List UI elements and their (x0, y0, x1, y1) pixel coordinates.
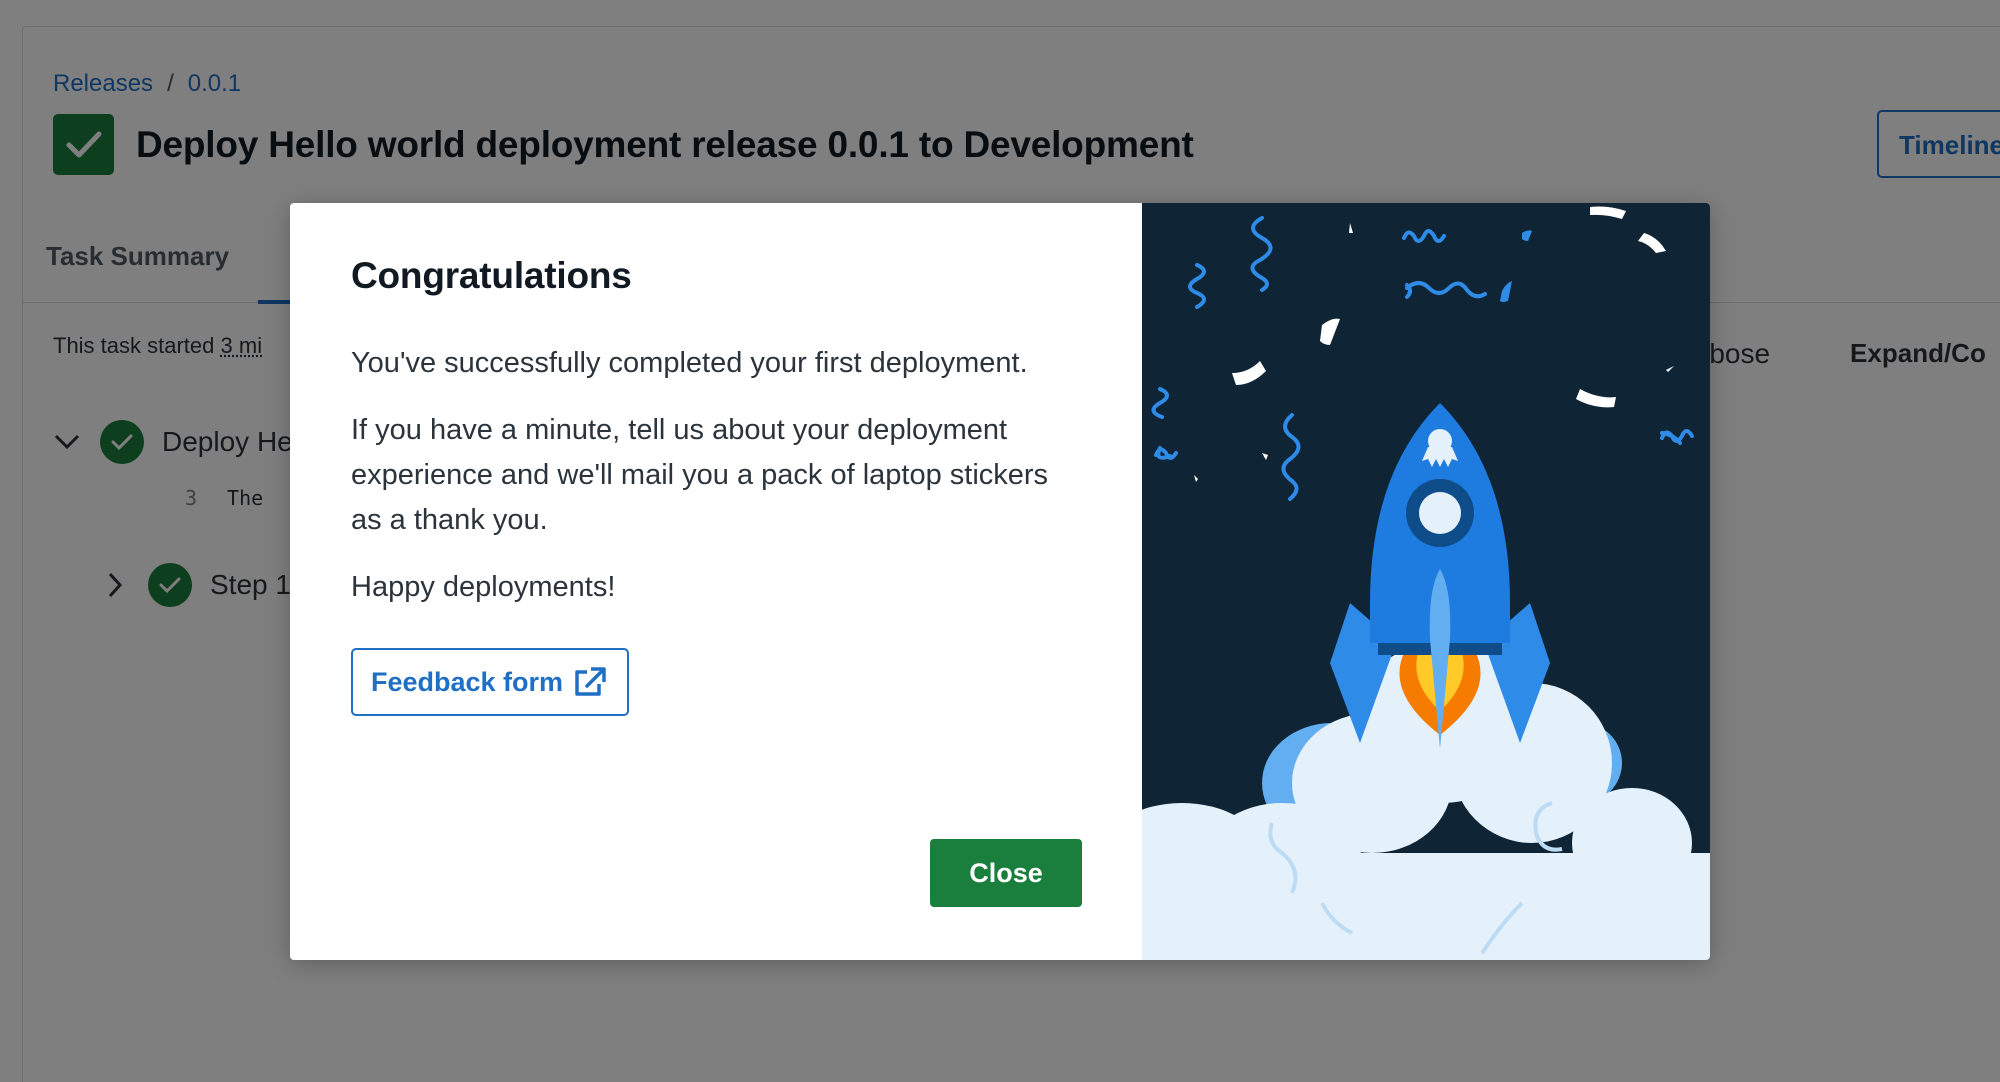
feedback-form-button[interactable]: Feedback form (351, 648, 630, 716)
dialog-title: Congratulations (351, 255, 632, 296)
congratulations-dialog: Congratulations You've successfully comp… (290, 203, 1710, 960)
dialog-content: Congratulations You've successfully comp… (290, 203, 1142, 960)
external-link-icon (575, 667, 606, 696)
feedback-form-label: Feedback form (371, 666, 564, 697)
rocket-illustration (1142, 203, 1710, 960)
rocket (1330, 403, 1550, 749)
dialog-paragraph: Happy deployments! (351, 571, 616, 603)
rocket-launch-illustration (1142, 206, 1710, 960)
dialog-paragraph: You've successfully completed your first… (351, 347, 1028, 379)
dialog-paragraph: If you have a minute, tell us about your… (351, 414, 1049, 536)
close-button[interactable]: Close (930, 839, 1082, 907)
